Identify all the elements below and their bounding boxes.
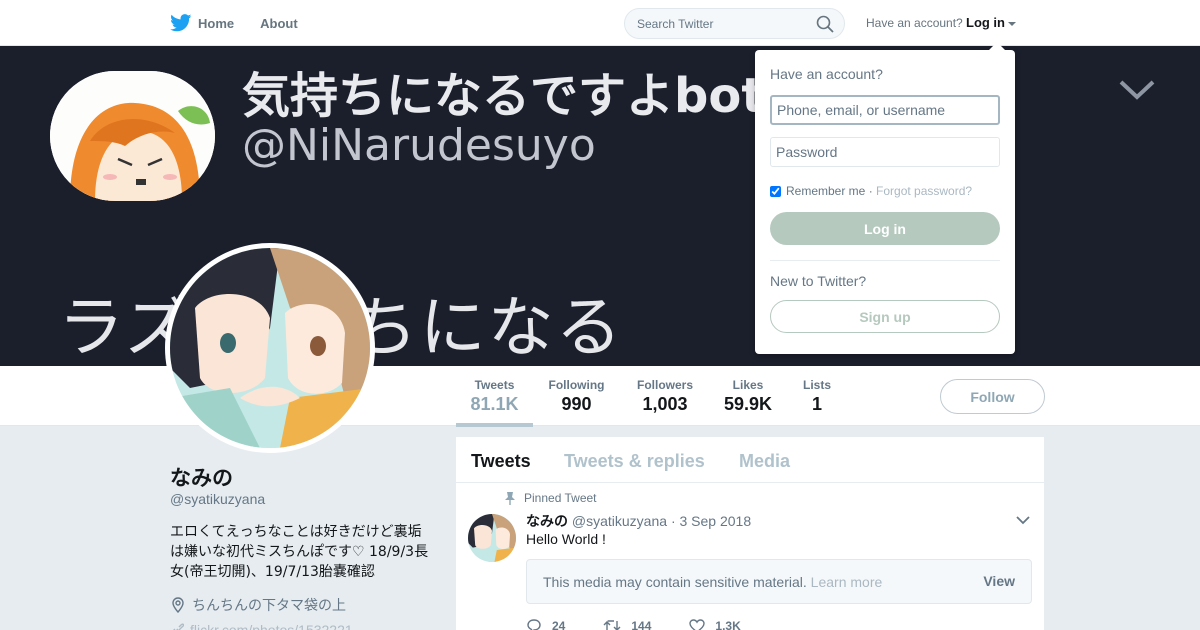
sensitive-media-message: This media may contain sensitive materia… [543, 574, 807, 590]
link-icon [173, 623, 184, 630]
password-field[interactable] [770, 137, 1000, 167]
profile-url[interactable]: flickr.com/photos/1532221 [170, 622, 353, 630]
remember-separator: · [865, 184, 877, 198]
stat-followers-value: 1,003 [642, 394, 688, 414]
top-navigation-bar: Home About Have an account? Log in [0, 0, 1200, 46]
stat-tweets[interactable]: Tweets 81.1K [468, 378, 521, 415]
active-tab-underline [456, 423, 533, 427]
tweet-menu-chevron-icon[interactable] [1016, 515, 1030, 525]
profile-bio: エロくてえっちなことは好きだけど裏垢は嫌いな初代ミスちんぽです♡ 18/9/3長… [170, 524, 429, 580]
tweet-avatar[interactable] [468, 514, 516, 562]
timeline-tabs: Tweets Tweets & replies Media [456, 437, 1044, 483]
tweet-avatar-image [468, 514, 516, 562]
profile-url-text: flickr.com/photos/1532221 [190, 622, 353, 630]
caret-down-icon [1008, 21, 1016, 26]
pinned-tweet-label: Pinned Tweet [524, 491, 597, 505]
stat-lists-value: 1 [811, 394, 822, 414]
stat-followers-label: Followers [636, 378, 693, 392]
profile-name: なみの [170, 466, 233, 490]
location-pin-icon [172, 597, 184, 613]
nav-home-link[interactable]: Home [170, 14, 234, 32]
login-submit-button[interactable]: Log in [770, 212, 1000, 245]
twitter-bird-icon [170, 14, 192, 32]
remember-me-label: Remember me [786, 184, 866, 198]
reply-action[interactable]: 24 [526, 619, 565, 630]
tweet-text: Hello World ! [526, 531, 606, 547]
follow-button[interactable]: Follow [940, 379, 1045, 414]
retweet-action[interactable]: 144 [603, 619, 651, 630]
forgot-password-link[interactable]: Forgot password? [876, 184, 972, 198]
sensitive-media-warning: This media may contain sensitive materia… [526, 559, 1032, 604]
nav-about-link[interactable]: About [260, 16, 298, 31]
nav-home-label: Home [198, 15, 235, 31]
stat-following-value: 990 [561, 394, 592, 414]
retweet-icon [603, 620, 621, 630]
nav-about-label: About [260, 15, 298, 31]
heart-icon [689, 619, 706, 630]
tweet-date[interactable]: · 3 Sep 2018 [671, 513, 751, 529]
username-field[interactable] [770, 95, 1000, 125]
search-box [624, 8, 845, 39]
dropdown-arrow [988, 42, 1006, 51]
stat-likes[interactable]: Likes 59.9K [722, 378, 774, 415]
like-count: 1.3K [715, 619, 741, 630]
pinned-tweet-indicator: Pinned Tweet [504, 491, 597, 505]
stat-likes-value: 59.9K [723, 394, 773, 414]
signup-button[interactable]: Sign up [770, 300, 1000, 333]
remember-me-row: Remember me · Forgot password? [770, 184, 972, 198]
tab-media[interactable]: Media [739, 451, 790, 472]
chevron-down-icon [1119, 80, 1155, 100]
stat-tweets-value: 81.1K [470, 394, 519, 414]
stat-tweets-label: Tweets [474, 378, 515, 392]
tweet-author-name[interactable]: なみの [526, 514, 568, 530]
login-dropdown-toggle[interactable]: Log in [966, 15, 1016, 30]
learn-more-link[interactable]: Learn more [811, 574, 883, 590]
account-prompt: Have an account? [866, 16, 963, 30]
search-icon[interactable] [816, 15, 834, 33]
search-input[interactable] [625, 9, 805, 38]
tweet-actions: 24 144 1.3K [526, 619, 779, 630]
stat-following[interactable]: Following 990 [546, 378, 607, 415]
sensitive-media-text: This media may contain sensitive materia… [543, 574, 882, 590]
new-to-twitter-text: New to Twitter? [770, 273, 867, 289]
reply-count: 24 [552, 619, 566, 630]
banner-handle-text: @NiNarudesuyo [242, 120, 596, 171]
retweet-count: 144 [631, 619, 652, 630]
tweet-author-handle[interactable]: @syatikuzyana [572, 513, 667, 529]
login-dropdown-title: Have an account? [770, 66, 883, 82]
reply-icon [527, 619, 541, 630]
remember-me-checkbox[interactable] [770, 185, 781, 197]
tab-tweets-and-replies[interactable]: Tweets & replies [564, 451, 705, 472]
banner-character-illustration [50, 71, 215, 201]
profile-location: ちんちんの下タマ袋の上 [170, 595, 346, 615]
stat-likes-label: Likes [732, 378, 764, 392]
profile-avatar[interactable] [165, 243, 375, 453]
tweet-header: なみの @syatikuzyana · 3 Sep 2018 [526, 511, 751, 531]
login-link-label: Log in [966, 15, 1005, 30]
dropdown-divider [770, 260, 1000, 261]
profile-location-text: ちんちんの下タマ袋の上 [192, 598, 346, 614]
pin-icon [505, 492, 515, 505]
tab-tweets[interactable]: Tweets [471, 451, 531, 472]
login-dropdown: Have an account? Remember me · Forgot pa… [755, 50, 1015, 354]
profile-screen-name[interactable]: @syatikuzyana [170, 491, 265, 507]
timeline-panel: Tweets Tweets & replies Media Pinned Twe… [456, 437, 1044, 630]
orange-hair-character-image [50, 71, 215, 201]
banner-title-text: 気持ちになるですよbot [242, 68, 765, 124]
anime-girls-avatar-image [170, 248, 370, 448]
stat-following-label: Following [548, 378, 605, 392]
stat-followers[interactable]: Followers 1,003 [634, 378, 696, 415]
stat-lists-label: Lists [802, 378, 831, 392]
stat-lists[interactable]: Lists 1 [800, 378, 834, 415]
nav-links: Home About [170, 0, 324, 46]
profile-avatar-image [170, 248, 370, 448]
like-action[interactable]: 1.3K [689, 619, 741, 630]
view-media-button[interactable]: View [983, 573, 1015, 589]
